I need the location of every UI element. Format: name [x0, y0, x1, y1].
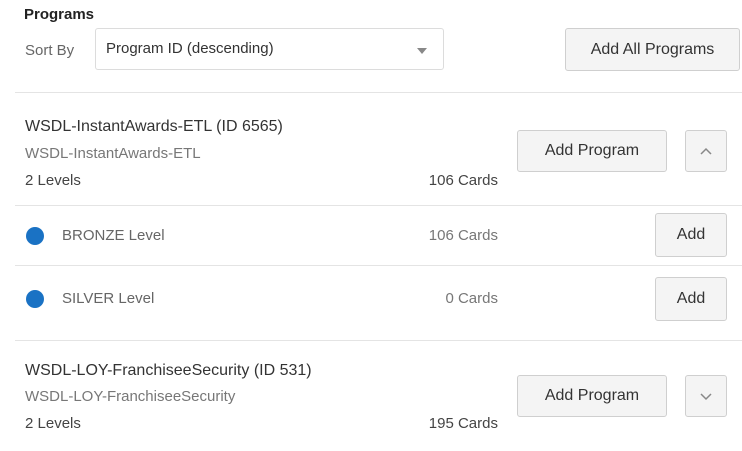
program-subtitle: WSDL-InstantAwards-ETL: [25, 145, 201, 162]
add-program-button[interactable]: Add Program: [517, 375, 667, 417]
program-levels-count: 2 Levels: [25, 415, 81, 432]
divider: [15, 92, 742, 93]
add-level-button[interactable]: Add: [655, 277, 727, 321]
program-levels-count: 2 Levels: [25, 172, 81, 189]
level-name: SILVER Level: [62, 290, 155, 307]
program-title: WSDL-InstantAwards-ETL (ID 6565): [25, 118, 283, 135]
level-status-dot: [26, 290, 44, 308]
program-cards-count: 195 Cards: [428, 415, 498, 432]
level-name: BRONZE Level: [62, 227, 165, 244]
collapse-toggle-button[interactable]: [685, 130, 727, 172]
add-level-button[interactable]: Add: [655, 213, 727, 257]
divider: [15, 265, 742, 266]
page-title: Programs: [24, 6, 95, 23]
divider: [15, 205, 742, 206]
divider: [15, 340, 742, 341]
level-cards-count: 0 Cards: [445, 290, 498, 307]
level-cards-count: 106 Cards: [428, 227, 498, 244]
sort-by-value: Program ID (descending): [106, 40, 274, 57]
chevron-up-icon: [700, 147, 712, 155]
chevron-down-icon: [700, 393, 712, 401]
add-program-button[interactable]: Add Program: [517, 130, 667, 172]
caret-down-icon: [417, 48, 427, 54]
program-title: WSDL-LOY-FranchiseeSecurity (ID 531): [25, 362, 312, 379]
add-all-programs-button[interactable]: Add All Programs: [565, 28, 740, 71]
program-subtitle: WSDL-LOY-FranchiseeSecurity: [25, 388, 236, 405]
sort-by-label: Sort By: [25, 42, 75, 59]
program-cards-count: 106 Cards: [428, 172, 498, 189]
sort-by-select[interactable]: Program ID (descending): [95, 28, 444, 70]
expand-toggle-button[interactable]: [685, 375, 727, 417]
level-status-dot: [26, 227, 44, 245]
